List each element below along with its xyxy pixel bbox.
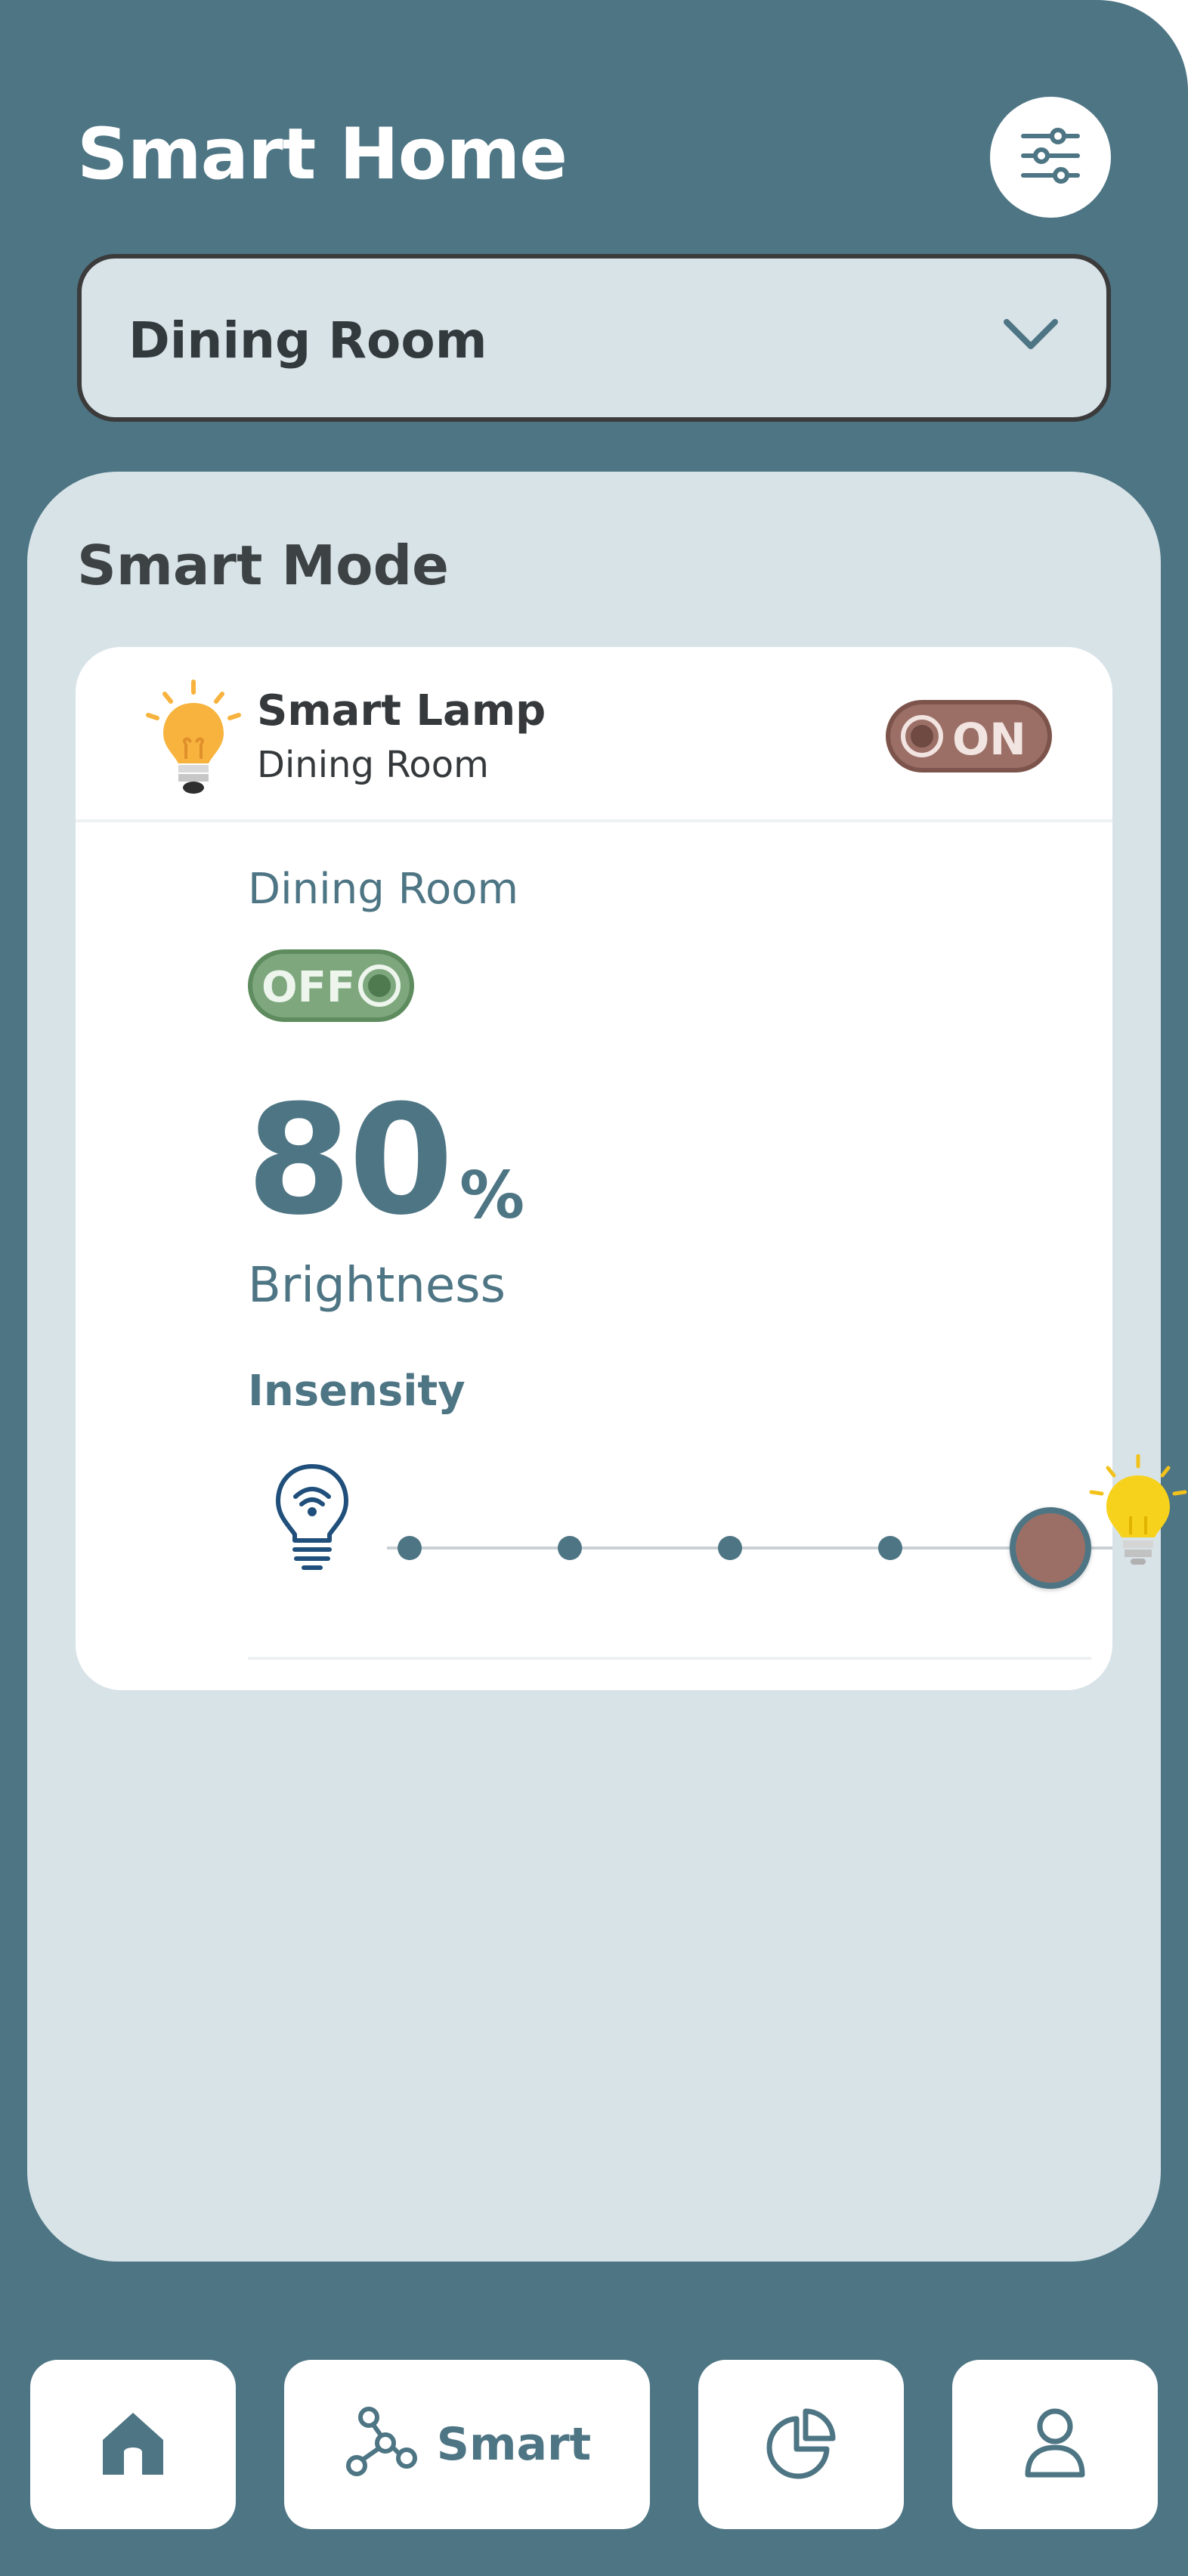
room-selector-value: Dining Room — [128, 311, 487, 370]
pie-chart-icon — [763, 2405, 839, 2484]
nav-profile[interactable] — [952, 2360, 1158, 2529]
device-name: Smart Lamp — [257, 686, 546, 735]
toggle-label: ON — [952, 714, 1026, 765]
slider-stop[interactable] — [398, 1536, 422, 1560]
chevron-down-icon — [1002, 317, 1060, 355]
lamp-bulb-icon — [141, 679, 246, 803]
nav-home[interactable] — [30, 2360, 236, 2529]
slider-stop[interactable] — [718, 1536, 742, 1560]
slider-thumb[interactable] — [1010, 1507, 1091, 1589]
divider — [248, 1657, 1091, 1660]
intensity-label: Insensity — [248, 1367, 466, 1416]
page-title: Smart Home — [77, 113, 568, 196]
device-card-header[interactable]: Smart Lamp Dining Room ON — [76, 647, 1112, 822]
home-icon — [95, 2405, 171, 2484]
nav-stats[interactable] — [698, 2360, 904, 2529]
toggle-knob — [358, 964, 401, 1007]
toggle-label: OFF — [261, 963, 356, 1012]
device-room: Dining Room — [257, 744, 489, 786]
nav-smart-label: Smart — [436, 2418, 592, 2471]
intensity-slider[interactable] — [387, 1480, 1112, 1616]
nav-smart[interactable]: Smart — [284, 2360, 650, 2529]
device-card: Smart Lamp Dining Room ON Dining Room OF… — [76, 647, 1112, 1690]
slider-stop[interactable] — [878, 1536, 902, 1560]
user-icon — [1017, 2405, 1093, 2484]
detail-room-label: Dining Room — [248, 865, 519, 914]
brightness-value: 80 — [246, 1073, 453, 1249]
brightness-label: Brightness — [248, 1258, 506, 1314]
smart-mode-panel: Smart Mode Smart Lamp Dining Room ON Din… — [27, 472, 1161, 2262]
smart-bulb-icon — [271, 1462, 354, 1578]
power-toggle[interactable]: ON — [886, 700, 1052, 772]
hub-icon — [343, 2405, 419, 2484]
room-selector[interactable]: Dining Room — [77, 254, 1111, 422]
section-title: Smart Mode — [77, 534, 449, 597]
sliders-icon — [1019, 124, 1082, 190]
toggle-knob — [901, 715, 943, 757]
lit-bulb-icon — [1088, 1454, 1188, 1578]
bottom-nav: Smart — [0, 2313, 1188, 2576]
app-screen: Smart Home Dining Room Smart Mode Smart … — [0, 0, 1188, 2576]
room-toggle[interactable]: OFF — [248, 949, 414, 1022]
filter-button[interactable] — [990, 97, 1111, 218]
slider-stop[interactable] — [558, 1536, 582, 1560]
slider-track — [387, 1547, 1112, 1550]
brightness-unit: % — [459, 1158, 525, 1234]
